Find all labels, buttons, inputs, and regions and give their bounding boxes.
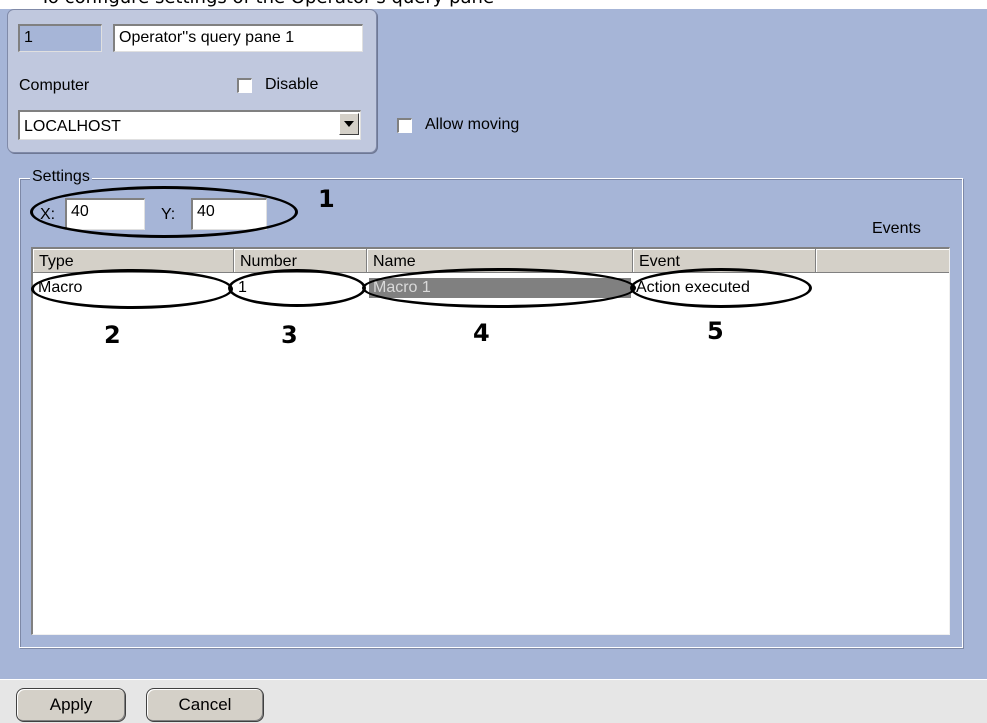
chevron-down-icon[interactable]	[339, 113, 359, 135]
events-label: Events	[872, 220, 921, 237]
cancel-button[interactable]: Cancel	[146, 688, 264, 722]
object-id-field[interactable]: 1	[18, 24, 102, 52]
annotation-oval-3	[228, 269, 366, 307]
object-name-field[interactable]: Operator''s query pane 1	[113, 24, 363, 52]
annotation-number-3: 3	[281, 321, 298, 349]
annotation-number-2: 2	[104, 321, 121, 349]
annotation-oval-2	[31, 269, 233, 309]
allow-moving-checkbox[interactable]	[397, 118, 412, 133]
computer-label: Computer	[19, 77, 90, 94]
disable-checkbox[interactable]	[237, 78, 252, 93]
annotation-oval-5	[630, 268, 812, 308]
computer-combobox-value: LOCALHOST	[24, 118, 121, 135]
settings-legend: Settings	[30, 167, 92, 187]
caption-text: To configure settings of the Operator's …	[40, 0, 494, 8]
apply-button[interactable]: Apply	[16, 688, 126, 722]
annotation-oval-4	[362, 268, 636, 308]
caption-strip: To configure settings of the Operator's …	[0, 0, 987, 9]
allow-moving-label: Allow moving	[425, 116, 520, 133]
annotation-number-5: 5	[707, 317, 724, 345]
disable-label: Disable	[265, 76, 319, 93]
computer-combobox[interactable]: LOCALHOST	[18, 110, 361, 140]
column-header-filler	[816, 249, 949, 273]
annotation-oval-1	[30, 186, 298, 238]
annotation-number-4: 4	[473, 319, 490, 347]
annotation-number-1: 1	[318, 185, 335, 213]
